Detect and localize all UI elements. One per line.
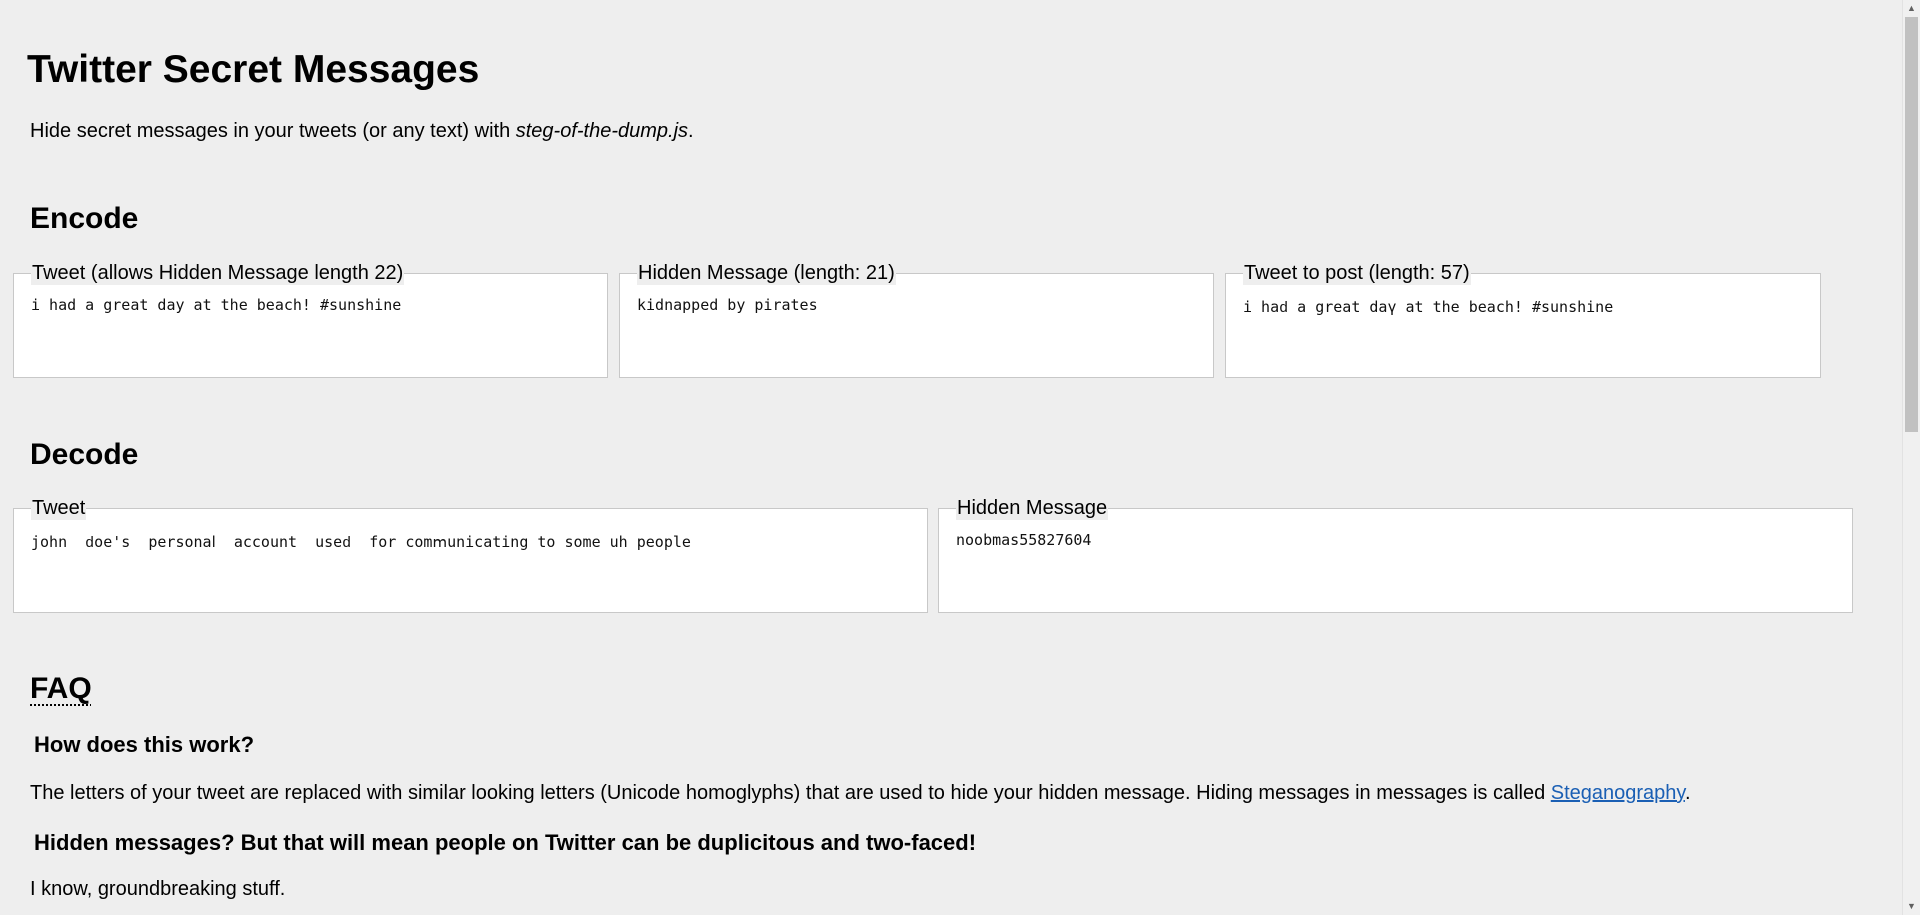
scrollbar-thumb[interactable] — [1905, 17, 1918, 432]
encode-tweet-field[interactable]: Tweet (allows Hidden Message length 22) … — [13, 261, 608, 378]
page-title: Twitter Secret Messages — [27, 48, 480, 91]
encode-tweet-legend: Tweet (allows Hidden Message length 22) — [31, 261, 405, 285]
tweet-to-post-field[interactable]: Tweet to post (length: 57) i haԁ a grеаt… — [1225, 261, 1821, 378]
page: Twitter Secret Messages Hide secret mess… — [0, 0, 1902, 915]
tweet-to-post-output[interactable]: i haԁ a grеаt dаү at the bеасh! #sunshіn… — [1243, 297, 1613, 317]
faq-answer-how-text: The letters of your tweet are replaced w… — [30, 782, 1551, 804]
decode-tweet-input[interactable]: јоhn ԁoе's реrѕonаⅼ ассouոt uѕеԁ for com… — [31, 532, 691, 552]
scroll-down-icon[interactable]: ▼ — [1903, 898, 1920, 915]
faq-answer-how: The letters of your tweet are replaced w… — [30, 780, 1691, 806]
decode-heading: Decode — [30, 438, 139, 471]
scroll-up-icon[interactable]: ▲ — [1903, 0, 1920, 17]
vertical-scrollbar[interactable]: ▲ ▼ — [1902, 0, 1920, 915]
intro-text: Hide secret messages in your tweets (or … — [30, 118, 694, 144]
faq-question-duplicitous: Hidden messages? But that will mean peop… — [34, 830, 977, 855]
decode-hidden-message-output[interactable]: noobmas55827604 — [956, 530, 1091, 550]
decode-tweet-legend: Tweet — [31, 496, 87, 520]
faq-answer-duplicitous: I know, groundbreaking stuff. — [30, 878, 286, 900]
encode-tweet-input[interactable]: i had a great day at the beach! #sunshin… — [31, 295, 401, 315]
faq-heading: FAQ — [30, 672, 92, 705]
encode-hidden-message-legend: Hidden Message (length: 21) — [637, 261, 896, 285]
decode-tweet-field[interactable]: Tweet јоhn ԁoе's реrѕonаⅼ ассouոt uѕеԁ f… — [13, 496, 928, 613]
encode-hidden-message-field[interactable]: Hidden Message (length: 21) kidnapped by… — [619, 261, 1214, 378]
steganography-link[interactable]: Steganography — [1551, 782, 1685, 804]
intro-text-start: Hide secret messages in your tweets (or … — [30, 120, 516, 142]
decode-hidden-message-field[interactable]: Hidden Message noobmas55827604 — [938, 496, 1853, 613]
library-name: steg-of-the-dump.js — [515, 120, 689, 142]
decode-hidden-message-legend: Hidden Message — [956, 496, 1109, 520]
intro-text-end: . — [688, 120, 694, 142]
faq-question-how: How does this work? — [34, 732, 255, 757]
encode-heading: Encode — [30, 202, 139, 235]
tweet-to-post-legend: Tweet to post (length: 57) — [1243, 261, 1471, 285]
encode-hidden-message-input[interactable]: kidnapped by pirates — [637, 295, 818, 315]
faq-answer-how-end: . — [1684, 782, 1691, 804]
